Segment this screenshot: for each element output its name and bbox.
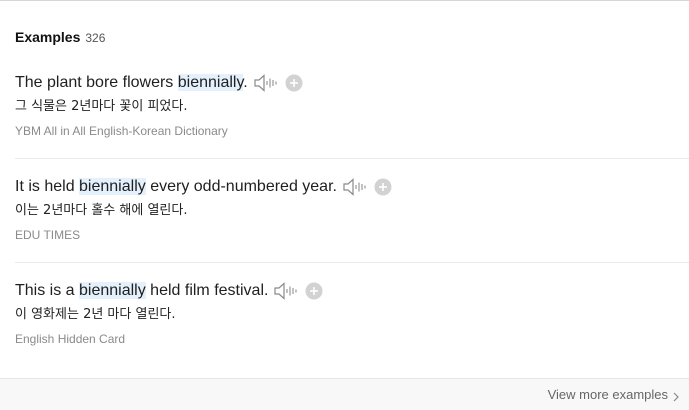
examples-header: Examples 326 xyxy=(15,29,105,45)
speaker-icon[interactable] xyxy=(273,281,299,301)
example-source: EDU TIMES xyxy=(15,228,81,242)
sentence-text: This is a xyxy=(15,282,80,299)
example-source: English Hidden Card xyxy=(15,332,126,346)
example-sentence: The plant bore flowers biennially. xyxy=(15,74,248,92)
example-sentence-row: It is held biennially every odd-numbered… xyxy=(15,176,689,198)
example-source: YBM All in All English-Korean Dictionary xyxy=(15,124,228,138)
example-item: It is held biennially every odd-numbered… xyxy=(15,176,689,242)
example-translation: 이 영화제는 2년 마다 열린다. xyxy=(15,307,176,322)
highlighted-word: biennially xyxy=(79,282,146,299)
examples-section: Examples 326 The plant bore flowers bien… xyxy=(0,0,689,410)
plus-icon[interactable] xyxy=(374,178,392,196)
divider xyxy=(15,262,689,263)
plus-icon[interactable] xyxy=(285,74,303,92)
sentence-text: The plant bore flowers xyxy=(15,74,178,91)
sentence-text: every odd-numbered year. xyxy=(145,178,337,195)
speaker-icon[interactable] xyxy=(253,73,279,93)
sentence-text: . xyxy=(243,74,248,91)
highlighted-word: biennially xyxy=(177,74,244,91)
example-sentence: This is a biennially held film festival. xyxy=(15,282,268,300)
sentence-text: It is held xyxy=(15,178,80,195)
example-sentence-row: This is a biennially held film festival. xyxy=(15,280,689,302)
plus-icon[interactable] xyxy=(305,282,323,300)
example-sentence: It is held biennially every odd-numbered… xyxy=(15,178,337,196)
example-translation: 그 식물은 2년마다 꽃이 피었다. xyxy=(15,99,188,114)
example-translation: 이는 2년마다 홀수 해에 열린다. xyxy=(15,203,188,218)
example-sentence-row: The plant bore flowers biennially. xyxy=(15,72,689,94)
example-item: This is a biennially held film festival. xyxy=(15,280,689,346)
view-more-examples-link[interactable]: View more examples xyxy=(548,387,680,402)
examples-count: 326 xyxy=(85,31,106,45)
example-item: The plant bore flowers biennially. 그 식물은… xyxy=(15,72,689,138)
view-more-label: View more examples xyxy=(547,387,668,402)
divider xyxy=(15,158,689,159)
examples-footer: View more examples xyxy=(0,378,689,410)
examples-title: Examples xyxy=(15,29,81,45)
highlighted-word: biennially xyxy=(79,178,146,195)
sentence-text: held film festival. xyxy=(145,282,269,299)
speaker-icon[interactable] xyxy=(342,177,368,197)
chevron-right-icon xyxy=(672,390,680,401)
